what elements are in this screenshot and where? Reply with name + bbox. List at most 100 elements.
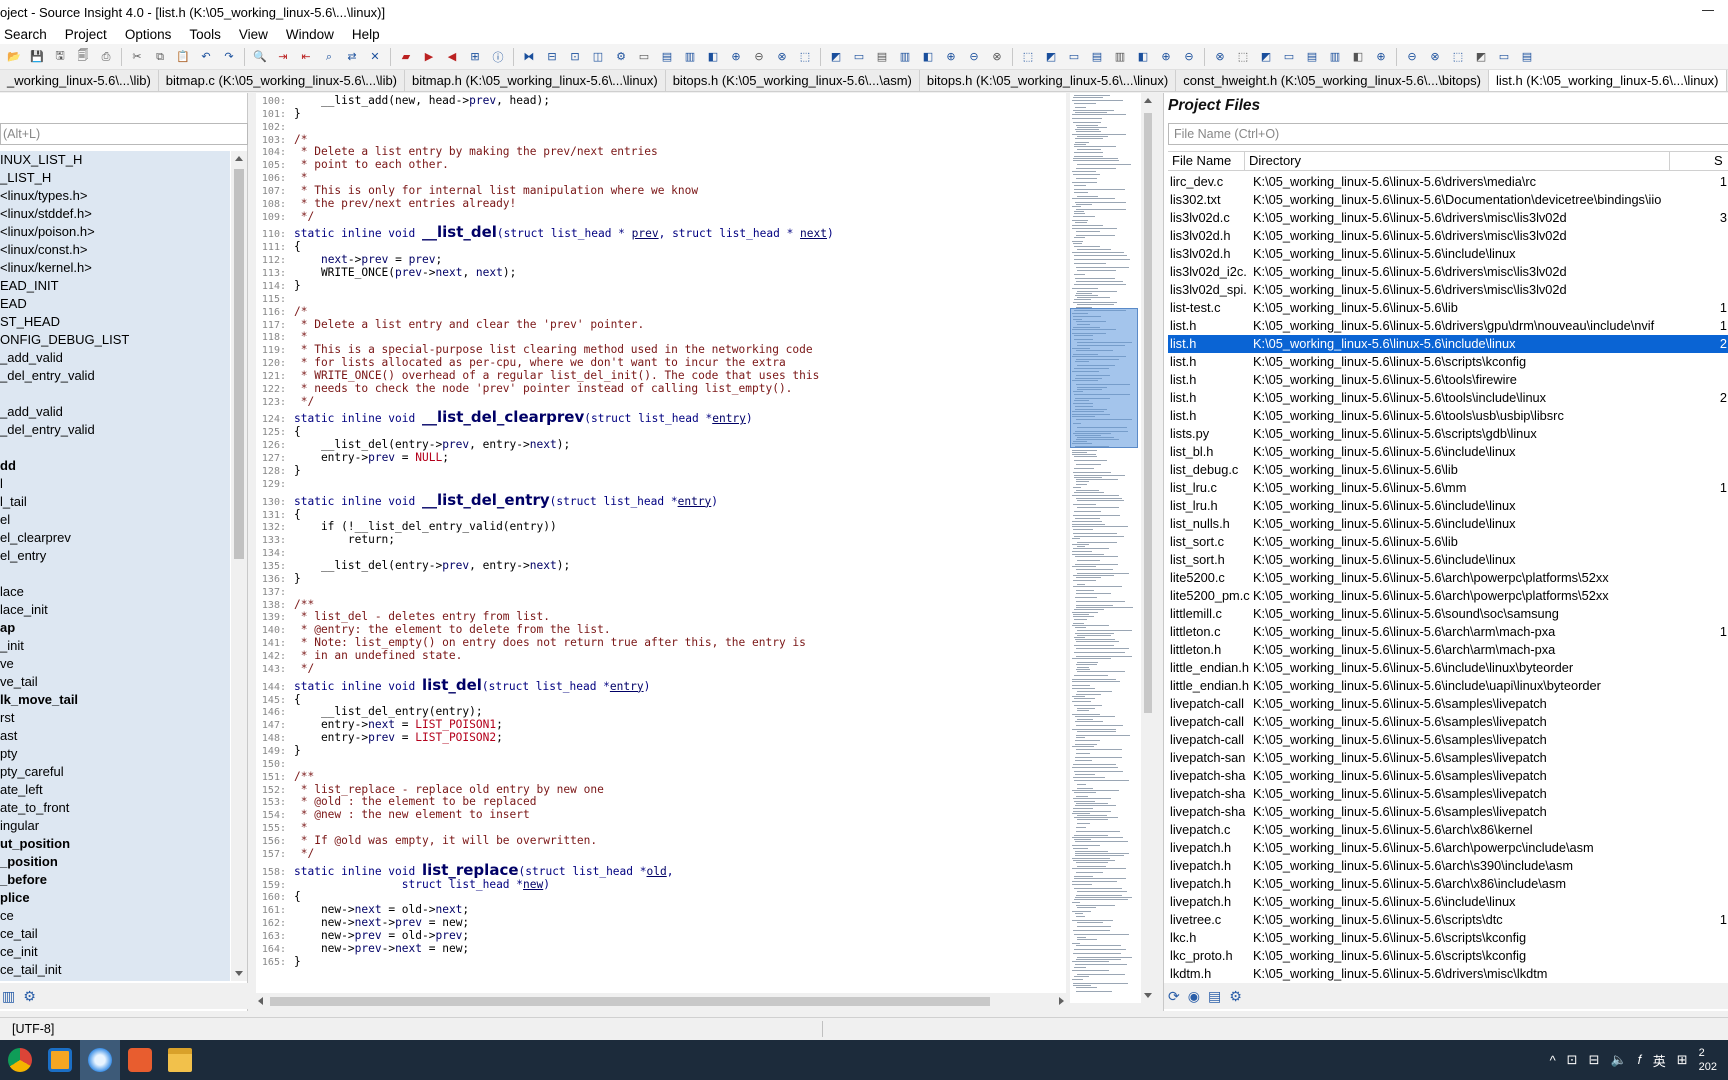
toolbar-button-icon[interactable]: ⬚ [1018,47,1038,67]
toolbar-button-icon[interactable]: ⊗ [987,47,1007,67]
file-list-row[interactable]: lkc.h K:\05_working_linux-5.6\linux-5.6\s… [1168,929,1728,947]
symbol-list-item[interactable]: el_clearprev [0,529,230,547]
symbol-list-item[interactable]: ce_init [0,943,230,961]
file-list-row[interactable]: list.h K:\05_working_linux-5.6\linux-5.6\… [1168,371,1728,389]
browse-icon[interactable]: ◉ [1188,988,1200,1005]
menu-help[interactable]: Help [343,27,389,42]
file-list-row[interactable]: lis3lv02d.h K:\05_working_linux-5.6\linux… [1168,245,1728,263]
scroll-up-icon[interactable] [235,156,243,161]
symbol-list-item[interactable]: pty [0,745,230,763]
overview-map[interactable] [1070,93,1142,1003]
file-list-row[interactable]: littleton.h K:\05_working_linux-5.6\linux… [1168,641,1728,659]
symbol-list-item[interactable]: EAD_INIT [0,277,230,295]
symbol-list-item[interactable]: ve [0,655,230,673]
symbol-list-item[interactable]: EAD [0,295,230,313]
file-list-row[interactable]: livepatch-sha K:\05_working_linux-5.6\lin… [1168,803,1728,821]
file-list-row[interactable]: livepatch.h K:\05_working_linux-5.6\linux… [1168,857,1728,875]
file-list-row[interactable]: lirc_dev.c K:\05_working_linux-5.6\linux-… [1168,173,1728,191]
symbol-search-input[interactable]: (Alt+L) [0,123,248,145]
toolbar-button-icon[interactable]: ▭ [1494,47,1514,67]
save-icon[interactable]: 💾 [27,47,47,67]
scroll-left-icon[interactable] [258,997,263,1005]
symbol-list-item[interactable]: _init [0,637,230,655]
bookmark-next-icon[interactable]: ▶ [419,47,439,67]
toolbar-button-icon[interactable]: ⊕ [1156,47,1176,67]
symbol-list-item[interactable]: <linux/types.h> [0,187,230,205]
menu-search[interactable]: Search [0,27,56,42]
tray-app-icon[interactable]: ⊡ [1567,1052,1578,1068]
replace-icon[interactable]: ⇄ [342,47,362,67]
jump-icon[interactable]: ⇥ [273,47,293,67]
symbol-list-item[interactable]: ce_tail [0,925,230,943]
file-list-row[interactable]: livepatch-call K:\05_working_linux-5.6\li… [1168,731,1728,749]
symbol-list-item[interactable]: <linux/poison.h> [0,223,230,241]
jump-back-icon[interactable]: ⇤ [296,47,316,67]
file-list-row[interactable]: list_bl.h K:\05_working_linux-5.6\linux-5… [1168,443,1728,461]
bookmark-icon[interactable]: ▰ [396,47,416,67]
toolbar-button-icon[interactable]: ▥ [1110,47,1130,67]
symbol-list-item[interactable]: ingular [0,817,230,835]
file-list-row[interactable]: littlemill.c K:\05_working_linux-5.6\linu… [1168,605,1728,623]
scroll-down-icon[interactable] [1144,993,1152,998]
symbol-list-item[interactable]: l_tail [0,493,230,511]
file-list-row[interactable]: livepatch.h K:\05_working_linux-5.6\linux… [1168,875,1728,893]
symbol-list-item[interactable]: <linux/stddef.h> [0,205,230,223]
file-tab[interactable]: bitops.h (K:\05_working_linux-5.6\...\li… [920,70,1177,91]
symbol-list-item[interactable]: plice [0,889,230,907]
lookup-icon[interactable]: ⌕ [319,47,339,67]
symbol-list-item[interactable]: _position [0,853,230,871]
gear-icon[interactable]: ⚙ [23,988,36,1005]
scroll-up-icon[interactable] [1144,98,1152,103]
symbol-list-scrollbar[interactable] [231,151,247,981]
file-list-row[interactable]: lis3lv02d_i2c. K:\05_working_linux-5.6\li… [1168,263,1728,281]
scroll-right-icon[interactable] [1059,997,1064,1005]
project-icon[interactable]: ⚙ [611,47,631,67]
symbol-list-item[interactable]: el_entry [0,547,230,565]
browser-icon[interactable] [80,1040,120,1080]
file-tab[interactable]: bitops.h (K:\05_working_linux-5.6\...\as… [666,70,920,91]
symbol-list-item[interactable]: pty_careful [0,763,230,781]
show-hidden-icons-icon[interactable]: ^ [1550,1053,1556,1068]
function-name[interactable]: __list_del [422,223,497,241]
toolbar-button-icon[interactable]: ⬚ [1448,47,1468,67]
file-list-row[interactable]: livepatch-call K:\05_working_linux-5.6\li… [1168,713,1728,731]
toolbar-button-icon[interactable]: ⊖ [964,47,984,67]
symbol-list-item[interactable] [0,385,230,403]
code-editor[interactable]: 100: __list_add(new, head->prev, head); 1… [256,93,1066,993]
copy-icon[interactable]: ⧉ [150,47,170,67]
symbol-list-item[interactable]: ap [0,619,230,637]
menu-options[interactable]: Options [116,27,181,42]
file-list-row[interactable]: lkc_proto.h K:\05_working_linux-5.6\linux… [1168,947,1728,965]
file-list-row[interactable]: lis3lv02d.c K:\05_working_linux-5.6\linux… [1168,209,1728,227]
symbol-list-item[interactable] [0,439,230,457]
symbol-list-item[interactable]: <linux/kernel.h> [0,259,230,277]
keyboard-icon[interactable]: ⊞ [1677,1052,1688,1068]
menu-project[interactable]: Project [56,27,116,42]
toolbar-button-icon[interactable]: ▤ [1087,47,1107,67]
file-list-row[interactable]: lis3lv02d.h K:\05_working_linux-5.6\linux… [1168,227,1728,245]
file-list-row[interactable]: lite5200.c K:\05_working_linux-5.6\linux-… [1168,569,1728,587]
file-list-row[interactable]: livepatch.c K:\05_working_linux-5.6\linux… [1168,821,1728,839]
pen-icon[interactable]: 𝑓 [1638,1052,1642,1068]
toolbar-button-icon[interactable]: ▭ [1279,47,1299,67]
symbol-list-item[interactable]: l [0,475,230,493]
column-header-file-name[interactable]: File Name [1168,152,1245,170]
symbol-list-item[interactable]: ast [0,727,230,745]
file-list-row[interactable]: livepatch-call K:\05_working_linux-5.6\li… [1168,695,1728,713]
window-split-icon[interactable]: ⊟ [542,47,562,67]
toolbar-button-icon[interactable]: ⊗ [772,47,792,67]
file-list-row[interactable]: livepatch.h K:\05_working_linux-5.6\linux… [1168,839,1728,857]
undo-icon[interactable]: ↶ [196,47,216,67]
open-icon[interactable]: 📂 [4,47,24,67]
symbol-list-item[interactable]: _del_entry_valid [0,421,230,439]
toolbar-button-icon[interactable]: ⊖ [749,47,769,67]
toolbar-button-icon[interactable]: ⊕ [726,47,746,67]
toolbar-button-icon[interactable]: ▭ [634,47,654,67]
file-list-row[interactable]: list_nulls.h K:\05_working_linux-5.6\linu… [1168,515,1728,533]
symbol-list-item[interactable] [0,565,230,583]
save-as-icon[interactable]: 🖫 [50,47,70,67]
toolbar-button-icon[interactable]: ◧ [1133,47,1153,67]
file-list-row[interactable]: little_endian.h K:\05_working_linux-5.6\l… [1168,659,1728,677]
function-name[interactable]: __list_del_clearprev [422,408,584,426]
paste-icon[interactable]: 📋 [173,47,193,67]
